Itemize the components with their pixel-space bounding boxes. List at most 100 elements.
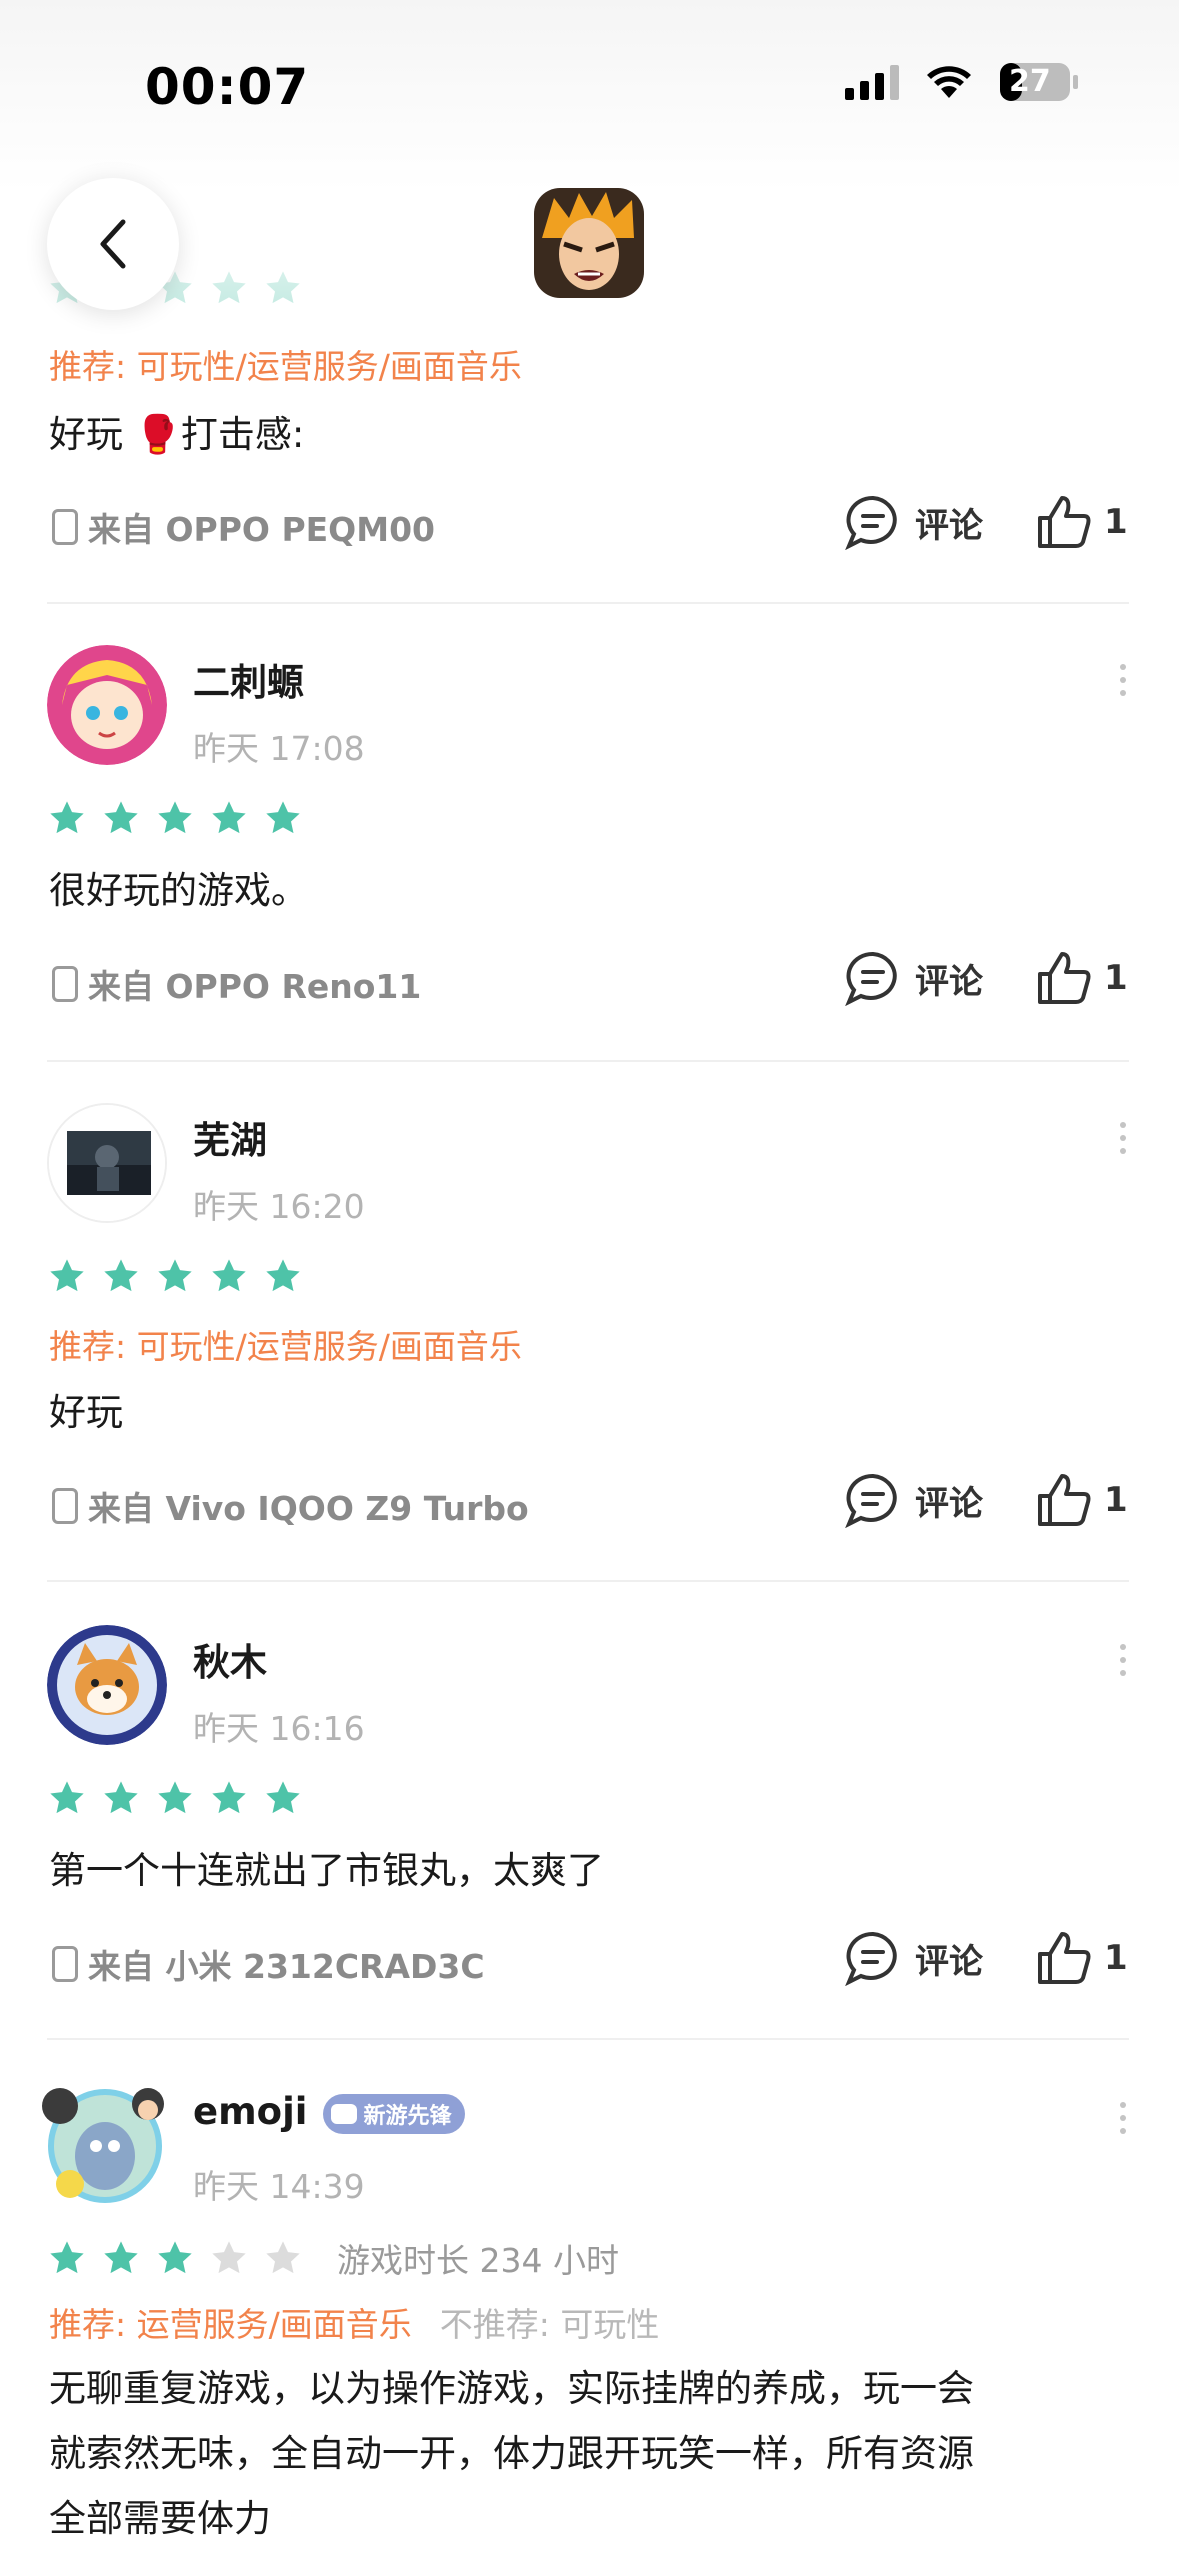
recommend-text: 推荐: 运营服务/画面音乐 xyxy=(49,2305,412,2344)
more-options-icon[interactable] xyxy=(1120,2102,1128,2134)
avatar[interactable] xyxy=(47,645,167,765)
new-game-pioneer-badge: 新游先锋 xyxy=(323,2093,466,2134)
more-options-icon[interactable] xyxy=(1120,1122,1128,1154)
status-icons: 27 xyxy=(845,62,1079,102)
app-icon[interactable] xyxy=(534,188,644,298)
star-icon xyxy=(50,2241,84,2274)
wifi-icon xyxy=(925,64,973,100)
device-info: 来自 小米 2312CRAD3C xyxy=(52,1940,485,1988)
review-text: 好玩 xyxy=(49,1391,123,1434)
star-icon xyxy=(104,1781,138,1814)
review-time: 昨天 16:20 xyxy=(193,1187,365,1226)
recommend-text: 推荐: 可玩性/运营服务/画面音乐 xyxy=(49,1327,522,1366)
phone-icon xyxy=(52,966,78,1002)
thumbs-up-icon xyxy=(1038,952,1091,1004)
device-label: 来自 Vivo IQOO Z9 Turbo xyxy=(88,1489,529,1528)
device-label: 来自 OPPO Reno11 xyxy=(88,967,422,1006)
thumbs-up-icon xyxy=(1038,1932,1091,1984)
star-icon xyxy=(266,1781,300,1814)
star-icon xyxy=(212,1259,246,1292)
rating-stars: 游戏时长 234 小时 xyxy=(47,2234,619,2282)
like-count: 1 xyxy=(1104,958,1128,998)
gamepad-icon xyxy=(331,2103,358,2124)
device-label: 来自 OPPO PEQM00 xyxy=(88,510,435,549)
more-options-icon[interactable] xyxy=(1120,664,1128,696)
divider xyxy=(47,1060,1129,1062)
comment-label: 评论 xyxy=(915,1941,983,1982)
review-time: 昨天 14:39 xyxy=(193,2167,365,2206)
username[interactable]: emoji 新游先锋 xyxy=(193,2090,466,2134)
badge-label: 新游先锋 xyxy=(363,2103,452,2129)
phone-icon xyxy=(52,1488,78,1524)
star-icon xyxy=(158,1259,192,1292)
star-icon xyxy=(104,2241,138,2274)
comment-button[interactable]: 评论 xyxy=(843,1930,983,1986)
comment-button[interactable]: 评论 xyxy=(843,1472,983,1528)
like-count: 1 xyxy=(1104,1480,1128,1520)
star-icon xyxy=(50,1781,84,1814)
playtime: 游戏时长 234 小时 xyxy=(337,2241,619,2280)
recommend-tags: 推荐: 运营服务/画面音乐 不推荐: 可玩性 xyxy=(49,2298,659,2346)
comment-label: 评论 xyxy=(915,961,983,1002)
star-empty-icon xyxy=(212,2241,246,2274)
battery-level: 27 xyxy=(1009,64,1051,99)
review-text-line: 无聊重复游戏，以为操作游戏，实际挂牌的养成，玩一会 xyxy=(49,2367,974,2410)
like-button[interactable]: 1 xyxy=(1036,1930,1128,1986)
like-button[interactable]: 1 xyxy=(1036,494,1128,550)
more-options-icon[interactable] xyxy=(1120,1644,1128,1676)
rating-stars xyxy=(47,1778,303,1818)
thumbs-up-icon xyxy=(1038,496,1091,548)
comment-button[interactable]: 评论 xyxy=(843,494,983,550)
review-time: 昨天 17:08 xyxy=(193,729,365,768)
avatar[interactable] xyxy=(47,1103,167,1223)
review-text-line: 全部需要体力 xyxy=(49,2497,271,2540)
recommend-tags: 推荐: 可玩性/运营服务/画面音乐 xyxy=(49,340,522,388)
device-label: 来自 小米 2312CRAD3C xyxy=(88,1947,485,1986)
back-button[interactable] xyxy=(47,178,179,310)
like-button[interactable]: 1 xyxy=(1036,950,1128,1006)
divider xyxy=(47,602,1129,604)
star-icon xyxy=(158,1781,192,1814)
battery-icon: 27 xyxy=(999,62,1079,102)
comment-icon xyxy=(845,495,897,550)
review-time: 昨天 16:16 xyxy=(193,1709,365,1748)
avatar[interactable] xyxy=(47,1625,167,1745)
review-text: 很好玩的游戏。 xyxy=(49,869,308,912)
star-icon xyxy=(212,801,246,834)
username-text: emoji xyxy=(193,2090,308,2133)
comment-button[interactable]: 评论 xyxy=(843,950,983,1006)
star-icon xyxy=(50,801,84,834)
like-button[interactable]: 1 xyxy=(1036,1472,1128,1528)
comment-label: 评论 xyxy=(915,505,983,546)
divider xyxy=(47,2038,1129,2040)
star-icon xyxy=(212,1781,246,1814)
review-text: 好玩 🥊打击感: xyxy=(49,413,305,456)
phone-icon xyxy=(52,509,78,545)
star-icon xyxy=(50,1259,84,1292)
username[interactable]: 芜湖 xyxy=(193,1110,267,1164)
comment-icon xyxy=(845,951,897,1006)
star-icon xyxy=(266,1259,300,1292)
star-icon xyxy=(104,1259,138,1292)
thumbs-up-icon xyxy=(1038,1474,1091,1526)
chevron-left-icon xyxy=(100,219,126,269)
avatar[interactable] xyxy=(40,2080,170,2210)
username[interactable]: 秋木 xyxy=(193,1632,267,1686)
review-text-line: 就索然无味，全自动一开，体力跟开玩笑一样，所有资源 xyxy=(49,2432,974,2475)
recommend-tags: 推荐: 可玩性/运营服务/画面音乐 xyxy=(49,1320,522,1368)
comment-icon xyxy=(845,1473,897,1528)
star-icon xyxy=(266,801,300,834)
rating-stars xyxy=(47,1256,303,1296)
device-info: 来自 OPPO Reno11 xyxy=(52,960,421,1008)
recommend-text: 推荐: 可玩性/运营服务/画面音乐 xyxy=(49,347,522,386)
status-time: 00:07 xyxy=(145,58,310,116)
star-icon xyxy=(158,2241,192,2274)
like-count: 1 xyxy=(1104,502,1128,542)
username[interactable]: 二刺螈 xyxy=(193,652,304,706)
comment-label: 评论 xyxy=(915,1483,983,1524)
not-recommend-text: 不推荐: 可玩性 xyxy=(439,2305,660,2344)
rating-stars xyxy=(47,798,303,838)
star-icon xyxy=(104,801,138,834)
device-info: 来自 OPPO PEQM00 xyxy=(52,503,435,551)
phone-icon xyxy=(52,1946,78,1982)
